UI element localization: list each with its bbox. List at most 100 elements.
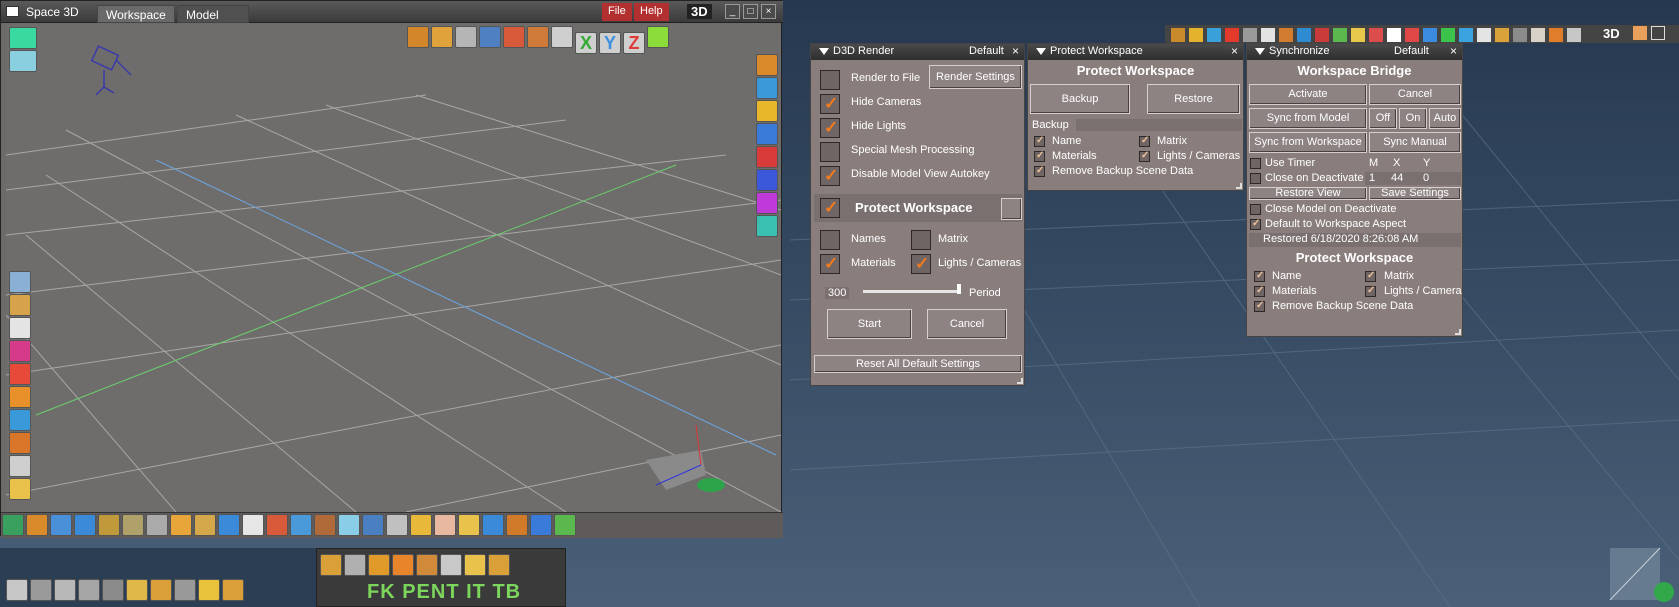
ring-icon[interactable] bbox=[392, 554, 414, 576]
torus-icon[interactable] bbox=[170, 514, 192, 536]
collapse-icon[interactable] bbox=[1255, 48, 1265, 55]
cube-icon[interactable] bbox=[407, 26, 429, 48]
default-aspect-checkbox[interactable] bbox=[1250, 218, 1261, 230]
shapes-icon[interactable] bbox=[9, 409, 31, 431]
hands-icon[interactable] bbox=[458, 514, 480, 536]
menu-help[interactable]: Help bbox=[634, 3, 669, 21]
names-checkbox[interactable] bbox=[820, 230, 840, 250]
wrench-icon[interactable] bbox=[9, 455, 31, 477]
x-axis-icon[interactable]: X bbox=[575, 32, 597, 54]
y-axis-icon[interactable]: Y bbox=[599, 32, 621, 54]
palette-icon[interactable] bbox=[290, 514, 312, 536]
frame-icon[interactable] bbox=[455, 26, 477, 48]
axis-icon[interactable] bbox=[551, 26, 573, 48]
panel-titlebar[interactable]: D3D Render Default × bbox=[811, 44, 1024, 60]
close-icon[interactable]: × bbox=[1231, 44, 1238, 58]
chain-icon[interactable] bbox=[488, 554, 510, 576]
window-titlebar[interactable]: Space 3D Workspace Model File Help 3D _ … bbox=[1, 1, 783, 23]
box-icon[interactable] bbox=[431, 26, 453, 48]
waffle-icon[interactable] bbox=[368, 554, 390, 576]
balls-icon[interactable] bbox=[150, 579, 172, 601]
materials-checkbox[interactable] bbox=[1034, 150, 1045, 162]
on-button[interactable]: On bbox=[1399, 108, 1427, 129]
3d-viewport[interactable]: XYZ bbox=[6, 25, 781, 512]
mesh-icon[interactable] bbox=[338, 514, 360, 536]
lights-cameras-checkbox[interactable] bbox=[911, 254, 931, 274]
cut-icon[interactable] bbox=[266, 514, 288, 536]
moon-icon[interactable] bbox=[440, 554, 462, 576]
grid-box-icon[interactable] bbox=[194, 514, 216, 536]
points-icon[interactable] bbox=[9, 317, 31, 339]
pointer-icon[interactable] bbox=[6, 579, 28, 601]
close-button[interactable]: × bbox=[761, 4, 776, 19]
x-icon[interactable] bbox=[506, 514, 528, 536]
sync-from-workspace-button[interactable]: Sync from Workspace bbox=[1249, 132, 1367, 153]
period-slider-thumb[interactable] bbox=[957, 284, 961, 294]
pins-icon[interactable] bbox=[464, 554, 486, 576]
sync-manual-button[interactable]: Sync Manual bbox=[1369, 132, 1461, 153]
box-tool-icon[interactable] bbox=[222, 579, 244, 601]
move-icon[interactable] bbox=[647, 26, 669, 48]
view-mode-label[interactable]: 3D bbox=[687, 4, 712, 19]
add-icon[interactable] bbox=[9, 50, 37, 72]
restore-button[interactable]: Restore bbox=[1147, 84, 1240, 114]
flag-icon[interactable] bbox=[482, 514, 504, 536]
disable-autokey-checkbox[interactable] bbox=[820, 166, 840, 186]
wheel-icon[interactable] bbox=[146, 514, 168, 536]
save-settings-button[interactable]: Save Settings bbox=[1369, 187, 1461, 200]
star-tool-icon[interactable] bbox=[198, 579, 220, 601]
home-alt-icon[interactable] bbox=[527, 26, 549, 48]
recycle-icon[interactable] bbox=[2, 514, 24, 536]
star-icon[interactable] bbox=[756, 100, 778, 122]
lattice-icon[interactable] bbox=[362, 514, 384, 536]
hide-cameras-checkbox[interactable] bbox=[820, 94, 840, 114]
protect-color-swatch[interactable] bbox=[1001, 198, 1022, 220]
home-icon[interactable] bbox=[503, 26, 525, 48]
start-button[interactable]: Start bbox=[827, 309, 912, 339]
collapse-icon[interactable] bbox=[1036, 48, 1046, 55]
reset-defaults-button[interactable]: Reset All Default Settings bbox=[814, 355, 1022, 373]
resize-grip-icon[interactable] bbox=[1236, 183, 1242, 189]
tool-icon[interactable] bbox=[479, 26, 501, 48]
name-checkbox[interactable] bbox=[1254, 270, 1265, 282]
no-light-icon[interactable] bbox=[756, 169, 778, 191]
layers-tool-icon[interactable] bbox=[78, 579, 100, 601]
crate-icon[interactable] bbox=[320, 554, 342, 576]
open-box-icon[interactable] bbox=[9, 386, 31, 408]
layers-icon[interactable] bbox=[756, 54, 778, 76]
resize-grip-icon[interactable] bbox=[1017, 378, 1023, 384]
color-icon[interactable] bbox=[756, 192, 778, 214]
close-on-deactivate-checkbox[interactable] bbox=[1250, 173, 1261, 184]
panel-titlebar[interactable]: Protect Workspace × bbox=[1028, 44, 1243, 60]
special-mesh-checkbox[interactable] bbox=[820, 142, 840, 162]
sphere-tool-icon[interactable] bbox=[30, 579, 52, 601]
cube-tool-icon[interactable] bbox=[54, 579, 76, 601]
minimize-button[interactable]: _ bbox=[725, 4, 740, 19]
sculpt-icon[interactable] bbox=[386, 514, 408, 536]
menu-file[interactable]: File bbox=[602, 3, 632, 21]
activate-button[interactable]: Activate bbox=[1249, 84, 1367, 105]
hide-lights-checkbox[interactable] bbox=[820, 118, 840, 138]
close-icon[interactable]: × bbox=[1450, 44, 1457, 58]
m-icon[interactable] bbox=[410, 514, 432, 536]
preset-label[interactable]: Default bbox=[1394, 45, 1429, 57]
preset-label[interactable]: Default bbox=[969, 45, 1004, 57]
materials-checkbox[interactable] bbox=[820, 254, 840, 274]
view-mode-label[interactable]: 3D bbox=[1603, 26, 1620, 41]
matrix-checkbox[interactable] bbox=[911, 230, 931, 250]
stack-icon[interactable] bbox=[98, 514, 120, 536]
tri-icon[interactable] bbox=[344, 554, 366, 576]
sync-from-model-button[interactable]: Sync from Model bbox=[1249, 108, 1367, 129]
render-to-file-checkbox[interactable] bbox=[820, 70, 840, 90]
timer-value-y[interactable]: 0 bbox=[1423, 172, 1429, 184]
off-button[interactable]: Off bbox=[1369, 108, 1397, 129]
collapse-icon[interactable] bbox=[819, 48, 829, 55]
pencil-icon[interactable] bbox=[218, 514, 240, 536]
resize-grip-icon[interactable] bbox=[1455, 329, 1461, 335]
hair-icon[interactable] bbox=[126, 579, 148, 601]
curve-icon[interactable] bbox=[242, 514, 264, 536]
tab-model[interactable]: Model bbox=[177, 5, 249, 23]
cancel-button[interactable]: Cancel bbox=[927, 309, 1007, 339]
render-settings-button[interactable]: Render Settings bbox=[929, 65, 1022, 89]
ball-icon[interactable] bbox=[9, 363, 31, 385]
